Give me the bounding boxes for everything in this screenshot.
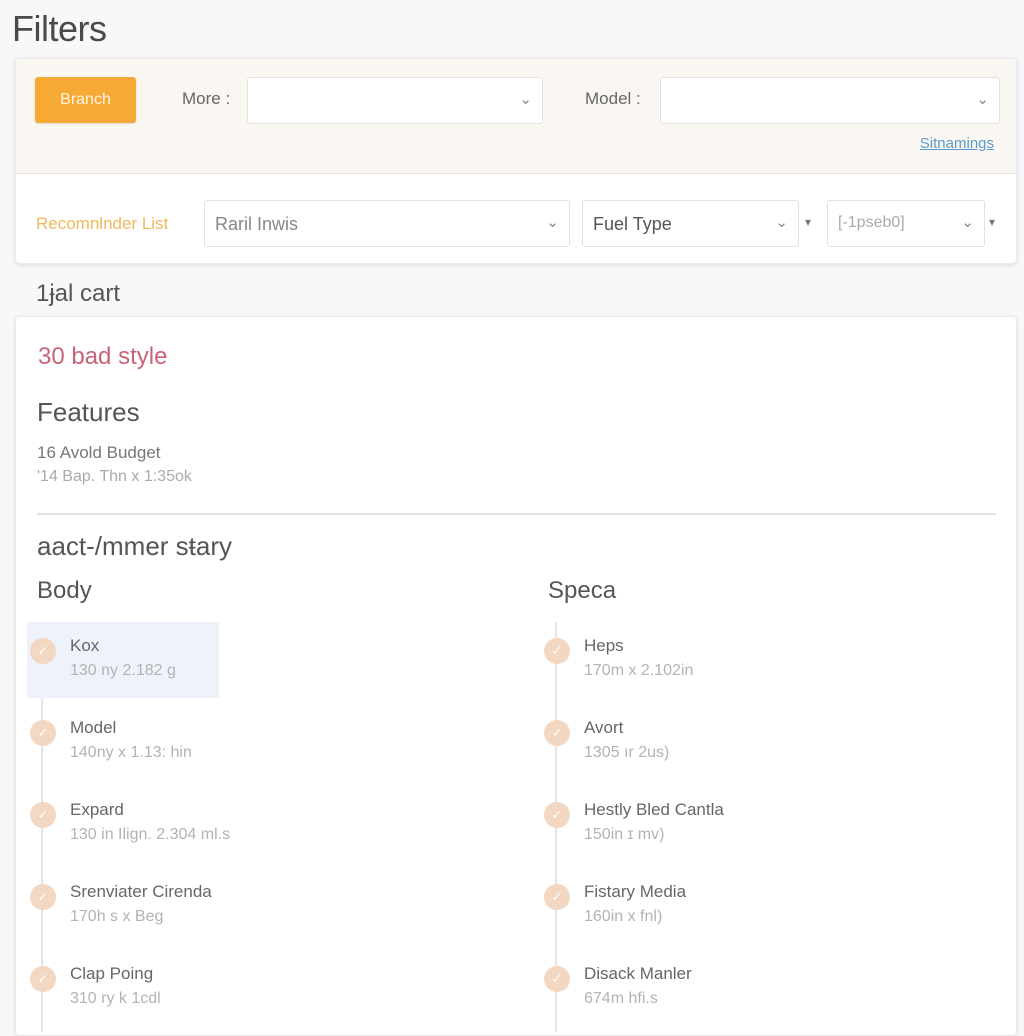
check-icon: ✓: [544, 884, 570, 910]
timeline-item-meta: 170m x 2.102in: [584, 662, 694, 679]
model-label: Model :: [585, 89, 641, 108]
check-icon: ✓: [30, 638, 56, 664]
check-icon: ✓: [30, 884, 56, 910]
more-label: More :: [182, 89, 231, 108]
timeline-item-meta: 130 in Ilign. 2.304 ml.s: [70, 826, 231, 843]
check-icon: ✓: [544, 720, 570, 746]
timeline-item[interactable]: ✓ Heps 170m x 2.102in: [544, 622, 845, 698]
result-card: 30 bad style Features 16 Avold Budget '1…: [15, 316, 1017, 1036]
filter-panel: Branch More : ⌄ Model : ⌄ Sitnamings Rec…: [15, 58, 1017, 264]
chevron-down-icon: ⌄: [976, 91, 989, 108]
more-select[interactable]: ⌄: [247, 77, 543, 124]
chevron-down-icon: ⌄: [775, 214, 788, 231]
check-icon: ✓: [30, 802, 56, 828]
timeline-item-meta: 1305 ır 2us): [584, 744, 670, 761]
check-icon: ✓: [30, 720, 56, 746]
model-select[interactable]: ⌄: [660, 77, 1000, 124]
extra-select-value: [-1pseb0]: [838, 214, 905, 231]
timeline-item[interactable]: ✓ Disack Manler 674m hfi.s: [544, 950, 845, 1026]
timeline-item-name: Clap Poing: [70, 964, 154, 983]
timeline-item-meta: 170h s x Beg: [70, 908, 164, 925]
timeline-item-name: Fistary Media: [584, 882, 687, 901]
chevron-down-icon: ⌄: [961, 214, 974, 231]
timeline-item-name: Disack Manler: [584, 964, 692, 983]
timeline-item[interactable]: ✓ Clap Poing 310 ry k 1cdl: [30, 950, 331, 1026]
timeline-item[interactable]: ✓ Hestly Bled Cantla 150in ɪ mv): [544, 786, 845, 862]
branch-button[interactable]: Branch: [35, 77, 136, 123]
timeline-item-name: Kox: [70, 636, 100, 655]
filter-top-row: Branch More : ⌄ Model : ⌄ Sitnamings: [16, 59, 1016, 174]
timeline-item-meta: 150in ɪ mv): [584, 826, 665, 843]
results-section-title: 1ɉal cart: [36, 280, 121, 307]
check-icon: ✓: [544, 966, 570, 992]
timeline-item[interactable]: ✓ Expard 130 in Ilign. 2.304 ml.s: [30, 786, 331, 862]
summary-title: aact-/mmer sŧary: [37, 531, 233, 561]
chevron-down-icon: ⌄: [546, 214, 559, 231]
check-icon: ✓: [544, 638, 570, 664]
features-title: Features: [37, 397, 140, 427]
page-title: Filters: [12, 8, 107, 49]
extra-select[interactable]: [-1pseb0] ⌄: [827, 200, 985, 247]
timeline-item[interactable]: ✓ Srenviater Cirenda 170h s x Beg: [30, 868, 331, 944]
features-budget: 16 Avold Budget: [37, 443, 161, 462]
timeline-item-meta: 674m hfi.s: [584, 990, 658, 1007]
style-title: 30 bad style: [38, 343, 168, 370]
check-icon: ✓: [544, 802, 570, 828]
recommender-select-value: Raril Inwis: [215, 214, 299, 234]
timeline-item-meta: 140ny x 1.13: hin: [70, 744, 192, 761]
body-column-title: Body: [37, 577, 92, 604]
features-detail: '14 Bap. Thn x 1:35ok: [37, 468, 192, 485]
timeline-item-name: Hestly Bled Cantla: [584, 800, 724, 819]
timeline-item-name: Model: [70, 718, 117, 737]
timeline-item-meta: 160in x fnl): [584, 908, 663, 925]
timeline-item[interactable]: ✓ Avort 1305 ır 2us): [544, 704, 845, 780]
timeline-item-name: Avort: [584, 718, 624, 737]
timeline-item[interactable]: ✓ Kox 130 ny 2.182 g: [27, 622, 219, 698]
check-icon: ✓: [30, 966, 56, 992]
settings-link[interactable]: Sitnamings: [920, 135, 994, 152]
timeline-item-name: Heps: [584, 636, 624, 655]
recommender-list-label: Recomnlnder List: [36, 214, 169, 233]
specs-column-title: Speca: [548, 577, 617, 604]
timeline-item-name: Expard: [70, 800, 124, 819]
timeline-item-meta: 310 ry k 1cdl: [70, 990, 161, 1007]
divider: [37, 513, 996, 515]
fuel-type-select[interactable]: Fuel Type ⌄: [582, 200, 799, 247]
specs-timeline: ✓ Heps 170m x 2.102in ✓ Avort 1305 ır 2us) ✓ He…: [544, 622, 945, 1032]
caret-icon[interactable]: ▾: [989, 215, 995, 229]
timeline-item-meta: 130 ny 2.182 g: [70, 662, 176, 679]
fuel-type-select-value: Fuel Type: [593, 214, 672, 234]
timeline-item-name: Srenviater Cirenda: [70, 882, 212, 901]
timeline-item[interactable]: ✓ Fistary Media 160in x fnl): [544, 868, 845, 944]
timeline-item[interactable]: ✓ Model 140ny x 1.13: hin: [30, 704, 331, 780]
caret-icon[interactable]: ▾: [805, 215, 811, 229]
recommender-select[interactable]: Raril Inwis ⌄: [204, 200, 570, 247]
chevron-down-icon: ⌄: [519, 91, 532, 108]
body-timeline: ✓ Kox 130 ny 2.182 g ✓ Model 140ny x 1.13: hi…: [27, 622, 431, 1032]
